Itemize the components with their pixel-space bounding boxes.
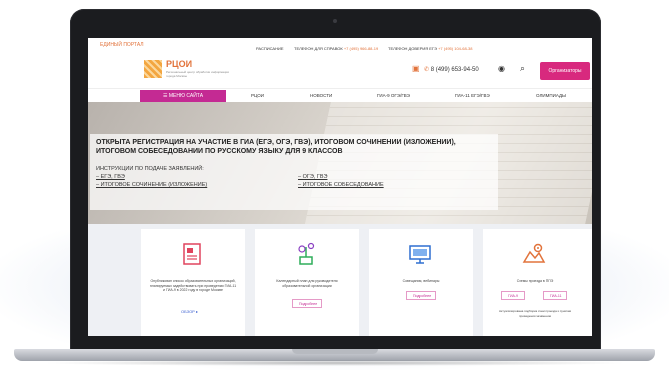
phone-icon: ✆ bbox=[424, 67, 430, 73]
card-webinars[interactable]: Совещания, вебинары Подробнее bbox=[369, 229, 473, 336]
info-cards: Опубликован список образовательных орган… bbox=[88, 224, 592, 336]
laptop-shadow bbox=[40, 360, 629, 366]
schedule-link[interactable]: РАСПИСАНИЕ bbox=[256, 46, 284, 51]
card-webinars-button[interactable]: Подробнее bbox=[406, 291, 436, 300]
link-oge-gve[interactable]: – ОГЭ, ГВЭ bbox=[298, 174, 327, 180]
nav-item-news[interactable]: НОВОСТИ bbox=[310, 93, 332, 98]
hero-title: ОТКРЫТА РЕГИСТРАЦИЯ НА УЧАСТИЕ В ГИА (ЕГ… bbox=[96, 139, 456, 155]
trust-number[interactable]: +7 (495) 104-68-38 bbox=[438, 46, 472, 51]
card-route-maps-gia11-button[interactable]: ГИА-11 bbox=[543, 291, 567, 300]
card-route-maps-gia9-button[interactable]: ГИА-9 bbox=[501, 291, 525, 300]
organizers-button[interactable]: Организаторы bbox=[540, 62, 590, 80]
site-menu-button[interactable]: ☰ МЕНЮ САЙТА bbox=[140, 90, 226, 102]
laptop-base-notch bbox=[292, 349, 378, 354]
laptop-screen: ЕДИНЫЙ ПОРТАЛ РАСПИСАНИЕ ТЕЛЕФОН ДЛЯ СПР… bbox=[88, 38, 592, 336]
card-ppe-list[interactable]: Опубликован список образовательных орган… bbox=[141, 229, 245, 336]
map-pin-icon bbox=[522, 243, 546, 263]
site-header: РЦОИ Региональный центр обработки информ… bbox=[88, 54, 592, 88]
nav-item-olympiads[interactable]: ОЛИМПИАДЫ bbox=[536, 93, 566, 98]
card-ppe-list-text: Опубликован список образовательных орган… bbox=[149, 279, 237, 292]
header-phone-number: 8 (499) 653-94-50 bbox=[430, 67, 479, 73]
growth-plant-icon bbox=[298, 242, 315, 265]
card-ppe-list-link[interactable]: ОБЗОР ▸ bbox=[181, 309, 198, 314]
header-phone[interactable]: ✆ 8 (499) 653-94-50 bbox=[424, 66, 479, 73]
camera-icon bbox=[333, 19, 337, 23]
link-final-interview[interactable]: – ИТОГОВОЕ СОБЕСЕДОВАНИЕ bbox=[298, 182, 384, 188]
calendar-icon[interactable]: ▣ bbox=[412, 64, 420, 73]
card-calendar-plan[interactable]: Календарный план для руководителя образо… bbox=[255, 229, 359, 336]
hotline-label: ТЕЛЕФОН ДЛЯ СПРАВОК bbox=[294, 46, 343, 51]
topbar-tagline: ЕДИНЫЙ ПОРТАЛ bbox=[100, 42, 144, 48]
card-calendar-plan-text: Календарный план для руководителя образо… bbox=[276, 279, 338, 288]
hotline-info: ТЕЛЕФОН ДЛЯ СПРАВОК +7 (495) 966-88-19 bbox=[294, 46, 378, 51]
nav-item-gia9[interactable]: ГИА-9 ОГЭ/ГВЭ bbox=[377, 93, 410, 98]
card-route-maps[interactable]: Схемы проезда в ППЭ ГИА-9 ГИА-11 Актуали… bbox=[483, 229, 592, 336]
search-icon[interactable]: ⌕ bbox=[520, 63, 525, 74]
hero-banner: ОТКРЫТА РЕГИСТРАЦИЯ НА УЧАСТИЕ В ГИА (ЕГ… bbox=[88, 102, 592, 224]
card-route-maps-text: Схемы проезда в ППЭ bbox=[516, 279, 554, 283]
trust-label: ТЕЛЕФОН ДОВЕРИЯ ЕГЭ bbox=[388, 46, 437, 51]
card-webinars-text: Совещания, вебинары bbox=[402, 279, 440, 283]
logo-subtitle: Региональный центр обработки информации … bbox=[166, 70, 230, 78]
link-ege-gve[interactable]: – ЕГЭ, ГВЭ bbox=[96, 174, 125, 180]
card-route-maps-note: Актуализирована подборка схем проезда к … bbox=[498, 309, 571, 318]
nav-item-gia11[interactable]: ГИА-11 ЕГЭ/ГВЭ bbox=[455, 93, 490, 98]
accessibility-eye-icon[interactable]: ◉ bbox=[498, 64, 505, 73]
document-icon bbox=[183, 243, 201, 265]
logo-icon[interactable] bbox=[144, 60, 162, 78]
logo-title[interactable]: РЦОИ bbox=[166, 59, 192, 69]
card-calendar-plan-button[interactable]: Подробнее bbox=[292, 299, 322, 308]
nav-item-rcoi[interactable]: РЦОИ bbox=[251, 93, 264, 98]
monitor-icon bbox=[409, 245, 431, 264]
site-menu-label: МЕНЮ САЙТА bbox=[168, 93, 204, 99]
hamburger-icon: ☰ bbox=[162, 93, 168, 99]
main-nav: ☰ МЕНЮ САЙТА РЦОИ НОВОСТИ ГИА-9 ОГЭ/ГВЭ … bbox=[88, 88, 592, 103]
hero-instructions-label: ИНСТРУКЦИИ ПО ПОДАЧЕ ЗАЯВЛЕНИЙ: bbox=[96, 166, 204, 172]
trust-info: ТЕЛЕФОН ДОВЕРИЯ ЕГЭ +7 (495) 104-68-38 bbox=[388, 46, 472, 51]
hotline-number[interactable]: +7 (495) 966-88-19 bbox=[344, 46, 378, 51]
link-final-essay[interactable]: – ИТОГОВОЕ СОЧИНЕНИЕ (ИЗЛОЖЕНИЕ) bbox=[96, 182, 207, 188]
carousel-dots bbox=[354, 216, 376, 224]
